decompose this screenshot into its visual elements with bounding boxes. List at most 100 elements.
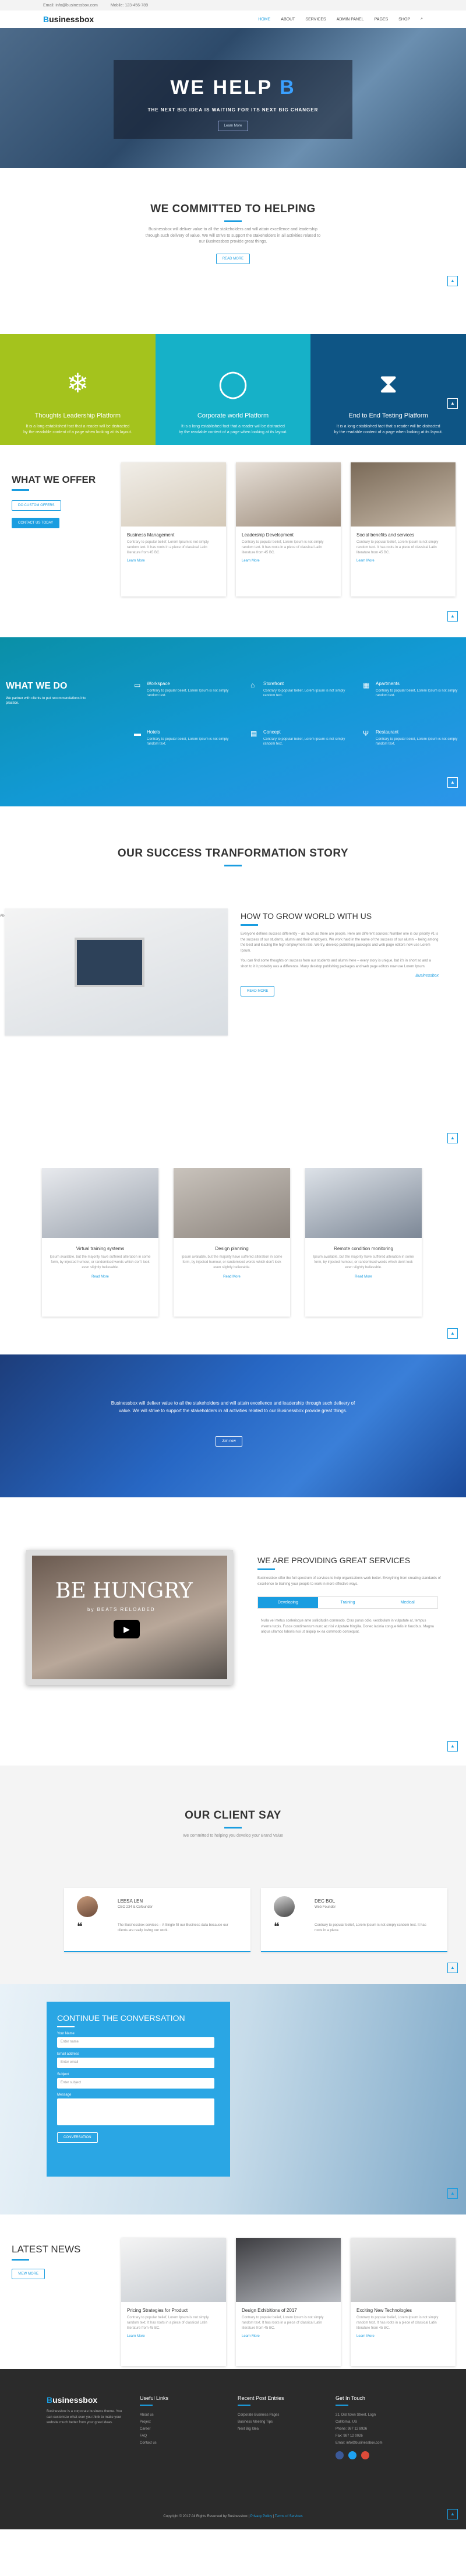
footer-link[interactable]: Contact us xyxy=(140,2440,168,2447)
message-textarea[interactable] xyxy=(57,2098,214,2125)
google-plus-icon[interactable] xyxy=(361,2451,369,2459)
recent-post[interactable]: Next Big Idea xyxy=(238,2426,325,2433)
scroll-top-icon[interactable]: ▲ xyxy=(447,276,458,286)
privacy-link[interactable]: Privacy Policy xyxy=(250,2515,272,2518)
learn-more-link[interactable]: Learn More xyxy=(127,2335,220,2338)
email-input[interactable]: Enter email xyxy=(57,2058,214,2068)
nav-shop[interactable]: SHOP xyxy=(398,17,410,22)
read-more-link[interactable]: Read More xyxy=(311,1275,416,1279)
recent-post[interactable]: Business Meeting Tips xyxy=(238,2419,325,2426)
feature-title: Corporate world Platform xyxy=(197,412,269,419)
scroll-top-icon[interactable]: ▲ xyxy=(447,611,458,622)
scroll-top-icon[interactable]: ▲ xyxy=(447,1133,458,1143)
story-read-more-button[interactable]: READ MORE xyxy=(241,985,275,996)
read-more-link[interactable]: Read More xyxy=(48,1275,153,1279)
custom-offers-button[interactable]: DO CUSTOM OFFERS xyxy=(12,500,61,511)
scroll-top-icon[interactable]: ▲ xyxy=(447,777,458,788)
tab-content: Nulla vel metus scelerisque ante sollici… xyxy=(261,1619,434,1634)
feature-text: It is a long established fact that a rea… xyxy=(23,424,132,434)
whatdo-item: ▤ Concept Contrary to popular belief, Lore… xyxy=(250,729,345,746)
terms-link[interactable]: Terms of Services xyxy=(275,2515,303,2518)
testimonial-card: ❝ LEESA LEN CEO 234 & Cofounder The Busi… xyxy=(64,1888,250,1952)
nav-about[interactable]: ABOUT xyxy=(281,17,295,22)
scroll-top-icon[interactable]: ▲ xyxy=(447,2188,458,2199)
scroll-top-icon[interactable]: ▲ xyxy=(447,1328,458,1339)
commit-title: WE COMMITTED TO HELPING xyxy=(150,203,316,215)
topbar-email[interactable]: Email: info@businessbox.com xyxy=(43,3,98,8)
offer-card: Leadership Development Contrary to popula… xyxy=(236,462,341,596)
video-player[interactable]: BE HUNGRY by BEATS RELOADED ▶ xyxy=(26,1550,233,1685)
scroll-top-icon[interactable]: ▲ xyxy=(447,1963,458,1973)
nav-admin[interactable]: ADMIN PANEL xyxy=(337,17,364,22)
search-icon[interactable]: ⌕ xyxy=(421,17,423,22)
story-title: OUR SUCCESS TRANFORMATION STORY xyxy=(117,847,349,859)
hero-button[interactable]: Learn More xyxy=(217,121,249,131)
commit-read-more-button[interactable]: READ MORE xyxy=(216,253,250,264)
whatdo-item: ▬ Hotels Contrary to popular belief, Lorem… xyxy=(134,729,229,746)
logo[interactable]: Businessbox xyxy=(43,15,94,24)
learn-more-link[interactable]: Learn More xyxy=(127,559,220,563)
name-input[interactable]: Enter name xyxy=(57,2037,214,2048)
circle-icon: ◯ xyxy=(218,368,248,398)
story-p1: Everyone defines success differently – a… xyxy=(241,932,439,953)
quote-icon: ❝ xyxy=(274,1921,280,1932)
scroll-top-icon[interactable]: ▲ xyxy=(447,2509,458,2519)
subject-input[interactable]: Enter subject xyxy=(57,2078,214,2089)
story-heading: HOW TO GROW WORLD WITH US xyxy=(241,911,372,921)
nav-services[interactable]: SERVICES xyxy=(305,17,326,22)
tab-training[interactable]: Training xyxy=(318,1597,378,1608)
news-card: Pricing Strategies for Product Contrary t… xyxy=(121,2238,226,2366)
tab-developing[interactable]: Developing xyxy=(258,1597,318,1608)
recent-post[interactable]: Corporate Business Pages xyxy=(238,2412,325,2419)
story-section: OUR SUCCESS TRANFORMATION STORY About HO… xyxy=(0,806,466,1168)
footer-link[interactable]: FAQ xyxy=(140,2433,168,2440)
whatdo-text: We partner with clients to put recommend… xyxy=(6,697,86,706)
name-label: Your Name xyxy=(57,2032,75,2035)
contact-form: CONTINUE THE CONVERSATION Your Name Ente… xyxy=(47,2002,230,2177)
contact-section: CONTINUE THE CONVERSATION Your Name Ente… xyxy=(0,1984,466,2214)
email-label: Email address xyxy=(57,2052,80,2056)
service-card: Design planning Ipsum available, but the … xyxy=(174,1168,290,1317)
offer-title: WHAT WE OFFER DO CUSTOM OFFERS CONTACT U… xyxy=(12,474,96,528)
client-name: LEESA LEN xyxy=(118,1898,143,1904)
features: ❄ Thoughts Leadership Platform It is a l… xyxy=(0,334,466,445)
learn-more-link[interactable]: Learn More xyxy=(356,2335,450,2338)
feature-card: ◯ Corporate world Platform It is a long … xyxy=(155,334,311,445)
providing-section: BE HUNGRY by BEATS RELOADED ▶ WE ARE PRO… xyxy=(0,1497,466,1766)
nav-home[interactable]: HOME xyxy=(258,17,270,22)
news-section: LATEST NEWS VIEW MORE Pricing Strategies… xyxy=(0,2214,466,2369)
tab-medical[interactable]: Medical xyxy=(377,1597,437,1608)
whatdo-item: ⌂ Storefront Contrary to popular belief, L… xyxy=(250,681,345,698)
chart-icon: ▤ xyxy=(250,729,257,738)
client-quote: Contrary to popular belief, Lorem Ipsum … xyxy=(315,1924,426,1932)
play-icon[interactable]: ▶ xyxy=(114,1620,140,1638)
avatar xyxy=(274,1896,295,1917)
main-nav: Businessbox HOME ABOUT SERVICES ADMIN PA… xyxy=(0,10,466,28)
subject-label: Subject xyxy=(57,2073,69,2076)
join-button[interactable]: Join now xyxy=(216,1436,242,1447)
footer-link[interactable]: Project xyxy=(140,2419,168,2426)
learn-more-link[interactable]: Learn More xyxy=(242,559,335,563)
conversation-button[interactable]: CONVERSATION xyxy=(57,2132,98,2143)
learn-more-link[interactable]: Learn More xyxy=(242,2335,335,2338)
services-section: Virtual training systems Ipsum available,… xyxy=(0,1168,466,1354)
contact-us-button[interactable]: CONTACT US TODAY xyxy=(12,518,60,528)
learn-more-link[interactable]: Learn More xyxy=(356,559,450,563)
snowflake-icon: ❄ xyxy=(66,368,89,398)
footer-link[interactable]: Career xyxy=(140,2426,168,2433)
clients-title: OUR CLIENT SAY xyxy=(185,1809,281,1822)
useful-links-title: Useful Links xyxy=(140,2395,169,2401)
footer-logo: Businessbox xyxy=(47,2395,98,2405)
testimonial-card: ❝ DEC BOL Web Founder Contrary to popula… xyxy=(261,1888,447,1952)
copyright: Copyright © 2017 All Rights Reserved by … xyxy=(163,2515,303,2518)
scroll-top-icon[interactable]: ▲ xyxy=(447,398,458,409)
nav-pages[interactable]: PAGES xyxy=(375,17,389,22)
twitter-icon[interactable] xyxy=(348,2451,356,2459)
whatdo-item: Ψ Restaurant Contrary to popular belief, L… xyxy=(363,729,458,746)
view-more-button[interactable]: VIEW MORE xyxy=(12,2269,45,2279)
scroll-top-icon[interactable]: ▲ xyxy=(447,1741,458,1752)
read-more-link[interactable]: Read More xyxy=(179,1275,284,1279)
footer: Businessbox Businessbox is a corporate b… xyxy=(0,2369,466,2529)
facebook-icon[interactable] xyxy=(336,2451,344,2459)
footer-link[interactable]: About us xyxy=(140,2412,168,2419)
